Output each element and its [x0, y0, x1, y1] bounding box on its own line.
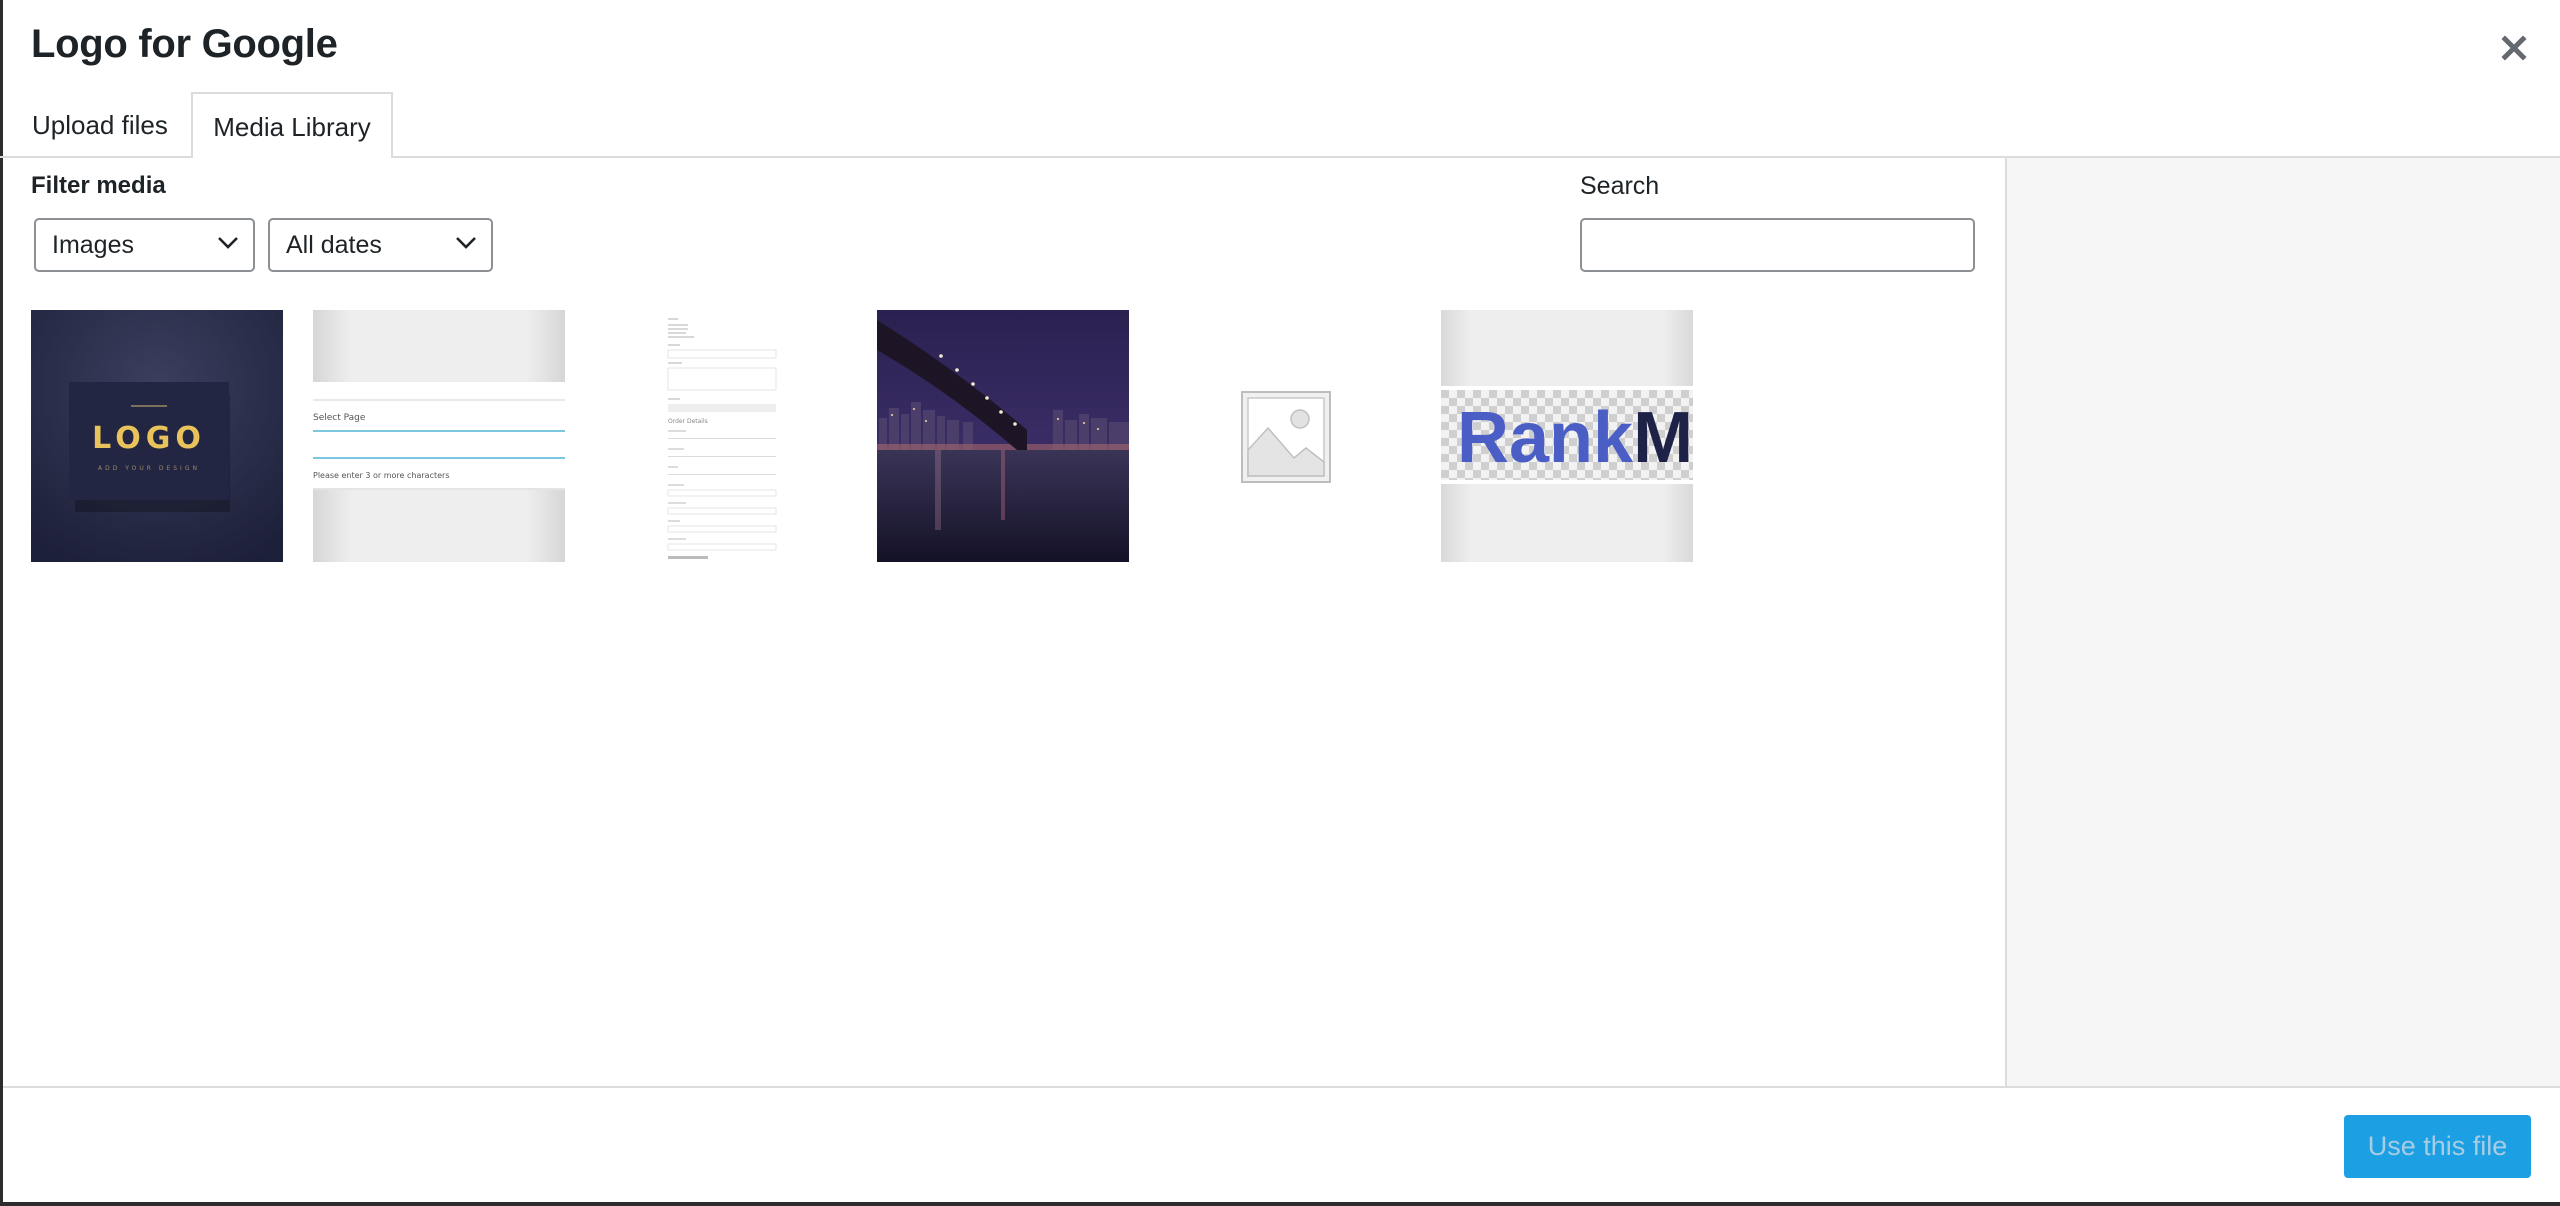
rankmath-logo-image: RankM	[1441, 310, 1693, 562]
form-screenshot-image: Order Details	[596, 310, 848, 562]
select-page-screenshot-image: Select Page Please enter 3 or more chara…	[313, 310, 565, 562]
close-icon	[2501, 35, 2527, 61]
city-bridge-night-image	[877, 310, 1129, 562]
date-filter-select[interactable]: All dates	[268, 218, 493, 272]
modal-title: Logo for Google	[31, 22, 338, 66]
logo-mockup-text: LOGO	[92, 421, 206, 456]
attachment-details-sidebar	[2005, 158, 2560, 1086]
placeholder-image-icon	[1160, 310, 1412, 562]
media-item-logo-mockup[interactable]: LOGO ADD YOUR DESIGN	[31, 310, 283, 562]
rankmath-m: M	[1633, 398, 1693, 478]
footer-divider	[3, 1086, 2560, 1088]
chevron-down-icon	[456, 237, 476, 249]
media-item-placeholder[interactable]	[1160, 310, 1412, 562]
window-bottom-edge	[0, 1202, 2560, 1206]
date-filter-select-value: All dates	[286, 231, 382, 259]
rankmath-rank: Rank	[1457, 398, 1634, 478]
logo-mockup-image: LOGO ADD YOUR DESIGN	[31, 310, 283, 562]
close-button[interactable]	[2494, 28, 2534, 68]
media-type-select-value: Images	[52, 231, 134, 259]
tab-media-library[interactable]: Media Library	[191, 92, 393, 160]
modal-tabs: Upload files Media Library	[0, 92, 2560, 160]
form-section-title: Order Details	[668, 418, 708, 425]
media-browser	[3, 158, 2005, 1086]
use-this-file-button[interactable]: Use this file	[2344, 1115, 2531, 1178]
media-item-select-page-screenshot[interactable]: Select Page Please enter 3 or more chara…	[313, 310, 565, 562]
search-input[interactable]	[1580, 218, 1975, 272]
media-item-form-screenshot[interactable]: Order Details	[596, 310, 848, 562]
tab-upload-files[interactable]: Upload files	[12, 92, 188, 158]
select-page-hint: Please enter 3 or more characters	[313, 471, 450, 480]
media-item-rankmath-logo[interactable]: RankM	[1441, 310, 1693, 562]
rankmath-text: RankM	[1457, 398, 1693, 478]
search-label: Search	[1580, 172, 1660, 200]
filter-media-label: Filter media	[31, 172, 166, 199]
media-item-city-bridge-photo[interactable]	[877, 310, 1129, 562]
logo-mockup-subtext: ADD YOUR DESIGN	[98, 465, 200, 472]
chevron-down-icon	[218, 237, 238, 249]
select-page-text: Select Page	[313, 413, 366, 423]
media-type-select[interactable]: Images	[34, 218, 255, 272]
